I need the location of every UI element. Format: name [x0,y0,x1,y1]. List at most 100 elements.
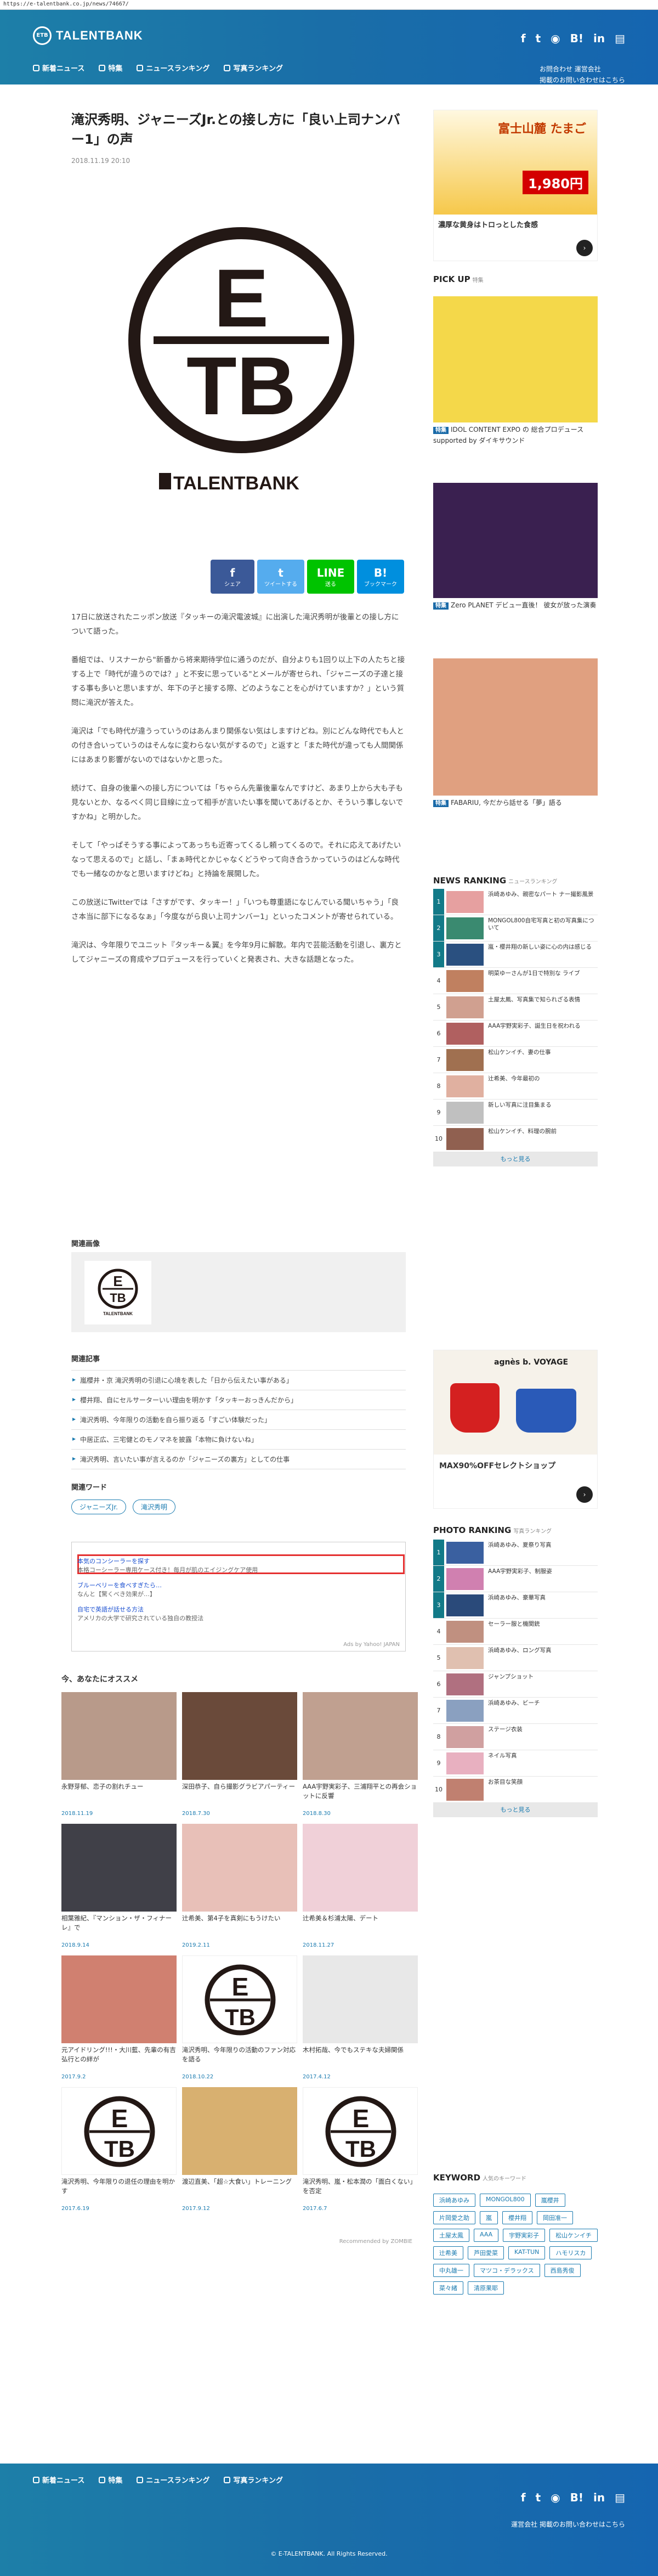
recommend-card[interactable]: 元アイドリング!!!・大川藍、先輩の有吉弘行との絆が 2017.9.2 [61,1955,177,2080]
ranking-item[interactable]: 6 AAA宇野実彩子、誕生日を祝われる [433,1021,598,1047]
related-article-link[interactable]: 櫻井翔、自にセルサーターいい理由を明かす「タッキーおっきんだから」 [71,1390,406,1410]
ranking-item[interactable]: 10 お茶目な笑顔 [433,1777,598,1803]
recommend-card[interactable]: 渡辺直美、「超☆大食い」トレーニング 2017.9.12 [182,2087,297,2212]
twitter-icon[interactable]: t [536,2491,541,2504]
related-article-link[interactable]: 滝沢秀明、今年限りの活動を自ら振り返る「すごい体験だった」 [71,1410,406,1430]
facebook-icon[interactable]: f [521,32,526,45]
feed-icon[interactable]: ▤ [615,2491,625,2504]
linkedin-icon[interactable]: in [593,2491,605,2504]
ranking-item[interactable]: 4 明菜ゆーさんが1日で特別な ライブ [433,968,598,994]
ranking-item[interactable]: 3 浜崎あゆみ、豪華写真 [433,1592,598,1619]
ad-description[interactable]: 本格コーシーラー専用ケース付き！毎月が肌のエイジングケア使用 [77,1565,258,1574]
keyword-tag[interactable]: 片岡愛之助 [433,2211,475,2224]
keyword-tag[interactable]: 嵐櫻井 [535,2194,565,2207]
related-word-tag[interactable]: 滝沢秀明 [133,1500,176,1514]
nav-photo-ranking[interactable]: 写真ランキング [224,63,283,73]
keyword-tag[interactable]: 嵐 [480,2211,498,2224]
chevron-right-icon[interactable]: › [576,1486,593,1503]
hatena-icon[interactable]: B! [570,2491,583,2504]
sidebar-ad-mid[interactable]: agnès b. VOYAGE MAX90%OFFセレクトショップ › [433,1350,598,1509]
keyword-tag[interactable]: 辻希美 [433,2246,463,2259]
keyword-tag[interactable]: KAT-TUN [508,2246,546,2259]
more-button[interactable]: もっと見る [433,1803,598,1817]
header-link-contact[interactable]: 掲載のお問い合わせはこちら [540,75,625,86]
url-bar[interactable]: https://e-talentbank.co.jp/news/74667/ [0,0,658,10]
ranking-item[interactable]: 1 浜崎あゆみ、夏祭り写真 [433,1540,598,1566]
ranking-item[interactable]: 3 嵐・櫻井翔の新しい姿に心の内は感じる [433,942,598,968]
related-image-thumb[interactable]: E TB TALENTBANK [84,1261,151,1324]
recommend-card[interactable]: 相葉雅紀、『マンション・ザ・フィナーレ』で 2018.9.14 [61,1824,177,1948]
keyword-tag[interactable]: 松山ケンイチ [549,2229,598,2242]
ranking-item[interactable]: 4 セーラー服と機関銃 [433,1619,598,1645]
ranking-item[interactable]: 2 AAA宇野実彩子、制服姿 [433,1566,598,1592]
keyword-tag[interactable]: 浜崎あゆみ [433,2194,475,2207]
keyword-tag[interactable]: 宇野実彩子 [503,2229,546,2242]
instagram-icon[interactable]: ◉ [551,32,560,45]
ad-link[interactable]: ブルーベリーを食べすぎたら… [77,1581,162,1589]
twitter-share-button[interactable]: t ツイートする [257,560,304,594]
feed-icon[interactable]: ▤ [615,32,625,45]
ranking-item[interactable]: 7 松山ケンイチ、妻の仕事 [433,1047,598,1073]
keyword-tag[interactable]: 西島秀俊 [544,2264,581,2277]
recommend-card[interactable]: 深田恭子、自ら撮影グラビアパーティー 2018.7.30 [182,1692,297,1817]
pickup-card[interactable]: 特集 FABARIU, 今だから話せる「夢」語る [433,658,598,809]
instagram-icon[interactable]: ◉ [551,2491,560,2504]
nav-news-ranking[interactable]: ニュースランキング [137,63,209,73]
keyword-tag[interactable]: 中丸雄一 [433,2264,469,2277]
footer-nav-photo-ranking[interactable]: 写真ランキング [224,2474,283,2485]
related-article-link[interactable]: 嵐櫻井・京 滝沢秀明の引退に心境を表した「日から伝えたい事がある」 [71,1371,406,1390]
keyword-tag[interactable]: ハモリスカ [549,2246,592,2259]
ad-link[interactable]: 本気のコンシーラーを探す [77,1557,150,1565]
ranking-item[interactable]: 8 辻希美、今年最初の [433,1073,598,1100]
facebook-icon[interactable]: f [521,2491,526,2504]
related-word-tag[interactable]: ジャニーズJr. [71,1500,126,1514]
nav-new-news[interactable]: 新着ニュース [33,63,84,73]
keyword-tag[interactable]: 岡田准一 [537,2211,573,2224]
keyword-tag[interactable]: マツコ・デラックス [474,2264,540,2277]
related-article-link[interactable]: 中居正広、三宅健とのモノマネを披露「本物に負けないね」 [71,1430,406,1450]
recommend-card[interactable]: 辻希美、第4子を真剣にもうけたい 2019.2.11 [182,1824,297,1948]
recommend-card[interactable]: AAA宇野実彩子、三浦翔平との再会ショットに反響 2018.8.30 [303,1692,418,1817]
footer-nav-feature[interactable]: 特集 [99,2474,122,2485]
footer-nav-new-news[interactable]: 新着ニュース [33,2474,84,2485]
sidebar-ad-top[interactable]: 富士山麓 たまご 1,980円 濃厚な黄身はトロっとした食感 › [433,110,598,261]
ranking-item[interactable]: 10 松山ケンイチ、料理の腕前 [433,1126,598,1152]
line-share-button[interactable]: LINE 送る [307,560,354,594]
ad-description[interactable]: なんと【驚くべき効果が…】 [77,1589,156,1598]
ranking-item[interactable]: 9 新しい写真に注目集まる [433,1100,598,1126]
site-logo[interactable]: ETB TALENTBANK [33,26,143,45]
keyword-tag[interactable]: 土屋太鳳 [433,2229,469,2242]
keyword-tag[interactable]: MONGOL800 [480,2194,531,2207]
ranking-item[interactable]: 9 ネイル写真 [433,1750,598,1777]
ad-link[interactable]: 自宅で英語が話せる方法 [77,1605,144,1614]
keyword-tag[interactable]: AAA [474,2229,499,2242]
hatena-icon[interactable]: B! [570,32,583,45]
keyword-tag[interactable]: 菜々緒 [433,2281,463,2295]
keyword-tag[interactable]: 芦田愛菜 [468,2246,504,2259]
hatena-bookmark-button[interactable]: B! ブックマーク [357,560,404,594]
twitter-icon[interactable]: t [536,32,541,45]
keyword-tag[interactable]: 清原果耶 [468,2281,504,2295]
pickup-card[interactable]: 特集 Zero PLANET デビュー直後！ 彼女が放った演奏 [433,483,598,611]
more-button[interactable]: もっと見る [433,1152,598,1166]
recommend-card[interactable]: 永野芽郁、恋子の割れチュー 2018.11.19 [61,1692,177,1817]
keyword-tag[interactable]: 櫻井翔 [502,2211,532,2224]
ranking-item[interactable]: 8 ステージ衣装 [433,1724,598,1750]
recommend-card[interactable]: E TB 滝沢秀明、嵐・松本潤の「面白くない」を否定 2017.6.7 [303,2087,418,2212]
header-link-company[interactable]: お問合わせ 運営会社 [540,64,625,75]
recommend-card[interactable]: 辻希美＆杉浦太陽、デート 2018.11.27 [303,1824,418,1948]
ranking-item[interactable]: 6 ジャンプショット [433,1671,598,1698]
footer-nav-news-ranking[interactable]: ニュースランキング [137,2474,209,2485]
ranking-item[interactable]: 1 浜崎あゆみ、親密なパート ナー撮影風景 [433,889,598,915]
facebook-share-button[interactable]: f シェア [211,560,254,594]
ranking-item[interactable]: 5 土屋太鳳、写真集で知られざる表情 [433,994,598,1021]
linkedin-icon[interactable]: in [593,32,605,45]
recommend-card[interactable]: 木村拓哉、今でもステキな夫婦関係 2017.4.12 [303,1955,418,2080]
pickup-card[interactable]: 特集 IDOL CONTENT EXPO の 総合プロデュース supported… [433,296,598,446]
nav-feature[interactable]: 特集 [99,63,122,73]
recommend-card[interactable]: E TB 滝沢秀明、今年限りの退任の理由を明かす 2017.6.19 [61,2087,177,2212]
ranking-item[interactable]: 7 浜崎あゆみ、ビーチ [433,1698,598,1724]
ranking-item[interactable]: 5 浜崎あゆみ、ロング写真 [433,1645,598,1671]
related-article-link[interactable]: 滝沢秀明、言いたい事が言えるのか「ジャニーズの裏方」としての仕事 [71,1450,406,1469]
chevron-right-icon[interactable]: › [576,240,593,256]
